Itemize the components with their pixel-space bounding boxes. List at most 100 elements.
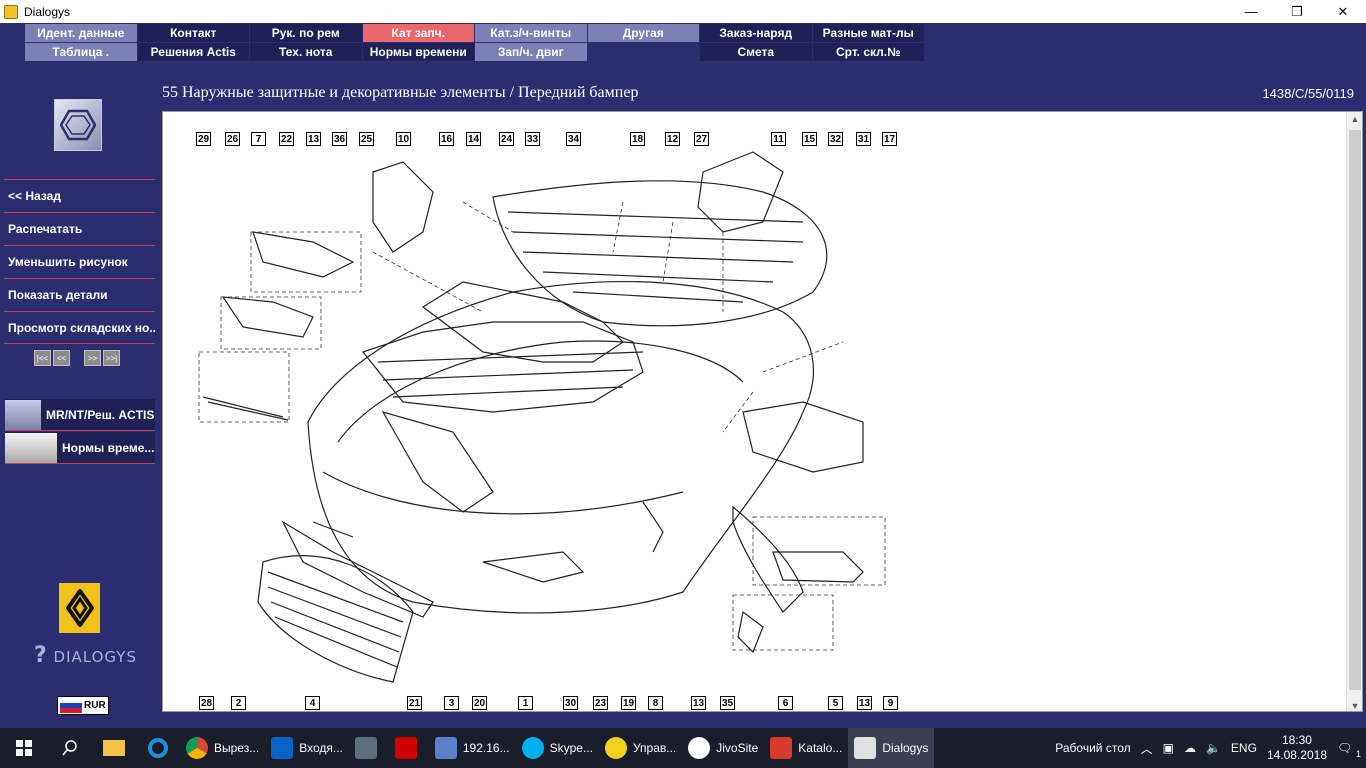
part-label[interactable]: 23: [593, 696, 608, 710]
menu-misc-materials[interactable]: Разные мат-лы: [812, 24, 924, 42]
part-label[interactable]: 14: [466, 132, 481, 146]
part-label[interactable]: 19: [621, 696, 636, 710]
part-label[interactable]: 29: [196, 132, 211, 146]
menu-actis[interactable]: Решения Actis: [137, 43, 249, 61]
taskbar-app-skype[interactable]: Skype...: [516, 728, 599, 768]
currency-selector[interactable]: RUR: [57, 696, 109, 715]
language-indicator[interactable]: ENG: [1231, 741, 1257, 755]
part-label[interactable]: 30: [563, 696, 578, 710]
cloud-icon[interactable]: ☁: [1184, 741, 1196, 755]
part-label[interactable]: 9: [883, 696, 898, 710]
minimize-button[interactable]: —: [1228, 0, 1274, 23]
menu-tech-note[interactable]: Тех. нота: [250, 43, 362, 61]
search-button[interactable]: [48, 728, 92, 768]
close-button[interactable]: ✕: [1320, 0, 1366, 23]
menu-contact[interactable]: Контакт: [137, 24, 249, 42]
part-label[interactable]: 16: [439, 132, 454, 146]
back-button[interactable]: << Назад: [4, 179, 155, 212]
edge-button[interactable]: [136, 728, 180, 768]
part-label[interactable]: 5: [828, 696, 843, 710]
maximize-button[interactable]: ❐: [1274, 0, 1320, 23]
menu-other[interactable]: Другая: [587, 24, 699, 42]
diagram-scrollbar[interactable]: ▲ ▼: [1346, 112, 1362, 711]
menu-table[interactable]: Таблица .: [25, 43, 137, 61]
menu-repair-manual[interactable]: Рук. по рем: [250, 24, 362, 42]
part-label[interactable]: 33: [525, 132, 540, 146]
part-label[interactable]: 1: [518, 696, 533, 710]
part-label[interactable]: 31: [856, 132, 871, 146]
taskbar-app-jivosite[interactable]: JivoSite: [682, 728, 764, 768]
taskbar-app-outlook[interactable]: Входя...: [265, 728, 349, 768]
menu-time-norms[interactable]: Нормы времени: [362, 43, 474, 61]
file-explorer-button[interactable]: [92, 728, 136, 768]
part-label[interactable]: 7: [251, 132, 266, 146]
scroll-up-icon[interactable]: ▲: [1347, 114, 1362, 124]
scroll-down-icon[interactable]: ▼: [1347, 701, 1362, 711]
taskbar-app-remote[interactable]: 192.16...: [429, 728, 516, 768]
start-button[interactable]: [0, 728, 48, 768]
chrome-icon: [186, 737, 208, 759]
part-label[interactable]: 2: [231, 696, 246, 710]
taskbar-app-chrome[interactable]: Вырез...: [180, 728, 265, 768]
menu-screws-catalog[interactable]: Кат.з/ч-винты: [475, 24, 587, 42]
part-label[interactable]: 10: [396, 132, 411, 146]
time-norms-tool-button[interactable]: Нормы време...: [5, 432, 155, 464]
taskbar-app-1c[interactable]: Управ...: [599, 728, 682, 768]
part-label[interactable]: 24: [499, 132, 514, 146]
tray-expand-icon[interactable]: ︿: [1141, 740, 1153, 757]
menu-ident[interactable]: Идент. данные: [25, 24, 137, 42]
taskbar-app-nissan[interactable]: [389, 728, 429, 768]
part-label[interactable]: 35: [720, 696, 735, 710]
pager-last[interactable]: >>|: [103, 350, 120, 366]
part-label[interactable]: 26: [225, 132, 240, 146]
menu-work-order[interactable]: Заказ-наряд: [700, 24, 812, 42]
part-label[interactable]: 28: [199, 696, 214, 710]
speaker-icon[interactable]: 🔈: [1206, 741, 1221, 755]
part-label[interactable]: 3: [444, 696, 459, 710]
part-label[interactable]: 25: [359, 132, 374, 146]
menu-estimate[interactable]: Смета: [700, 43, 812, 61]
part-label[interactable]: 21: [407, 696, 422, 710]
part-label[interactable]: 27: [694, 132, 709, 146]
part-label[interactable]: 36: [332, 132, 347, 146]
part-label[interactable]: 12: [665, 132, 680, 146]
clock[interactable]: 18:30 14.08.2018: [1267, 733, 1327, 763]
taskbar-app-shield[interactable]: [349, 728, 389, 768]
menu-stock-number[interactable]: Срт. скл.№: [812, 43, 924, 61]
stock-view-button[interactable]: Просмотр складских но...: [4, 311, 155, 344]
actis-tool-button[interactable]: MR/NT/Реш. ACTIS: [5, 399, 155, 431]
pager-prev[interactable]: <<: [53, 350, 70, 366]
desktop-toolbar[interactable]: Рабочий стол: [1055, 741, 1130, 755]
part-label[interactable]: 15: [802, 132, 817, 146]
part-label[interactable]: 4: [305, 696, 320, 710]
folder-icon: [103, 740, 125, 756]
pager-first[interactable]: |<<: [34, 350, 51, 366]
zoom-out-button[interactable]: Уменьшить рисунок: [4, 245, 155, 278]
part-label[interactable]: 17: [882, 132, 897, 146]
taskbar-app-pdf[interactable]: Katalo...: [764, 728, 848, 768]
part-label[interactable]: 13: [691, 696, 706, 710]
network-icon[interactable]: ▣: [1163, 741, 1174, 755]
part-label[interactable]: 34: [566, 132, 581, 146]
menu-engine-parts[interactable]: Зап/ч. двиг: [475, 43, 587, 61]
part-label[interactable]: 13: [857, 696, 872, 710]
part-label[interactable]: 18: [630, 132, 645, 146]
part-label[interactable]: 32: [828, 132, 843, 146]
renault-logo: [59, 583, 100, 633]
taskbar-app-dialogys[interactable]: Dialogys: [848, 728, 935, 768]
pager: |<< << >> >>|: [34, 350, 122, 366]
currency-label: RUR: [84, 700, 106, 711]
menu-parts-catalog[interactable]: Кат запч.: [362, 24, 474, 42]
scroll-thumb[interactable]: [1349, 130, 1361, 690]
part-label[interactable]: 13: [306, 132, 321, 146]
part-label[interactable]: 11: [771, 132, 786, 146]
pager-next[interactable]: >>: [84, 350, 101, 366]
part-label[interactable]: 6: [778, 696, 793, 710]
print-button[interactable]: Распечатать: [4, 212, 155, 245]
part-label[interactable]: 20: [472, 696, 487, 710]
exploded-diagram[interactable]: 29 26 7 22 13 36 25 10 16 14 24 33 34 18…: [162, 111, 1363, 712]
show-details-button[interactable]: Показать детали: [4, 278, 155, 311]
part-label[interactable]: 22: [279, 132, 294, 146]
notifications-button[interactable]: 🗨 1: [1337, 741, 1361, 759]
part-label[interactable]: 8: [648, 696, 663, 710]
